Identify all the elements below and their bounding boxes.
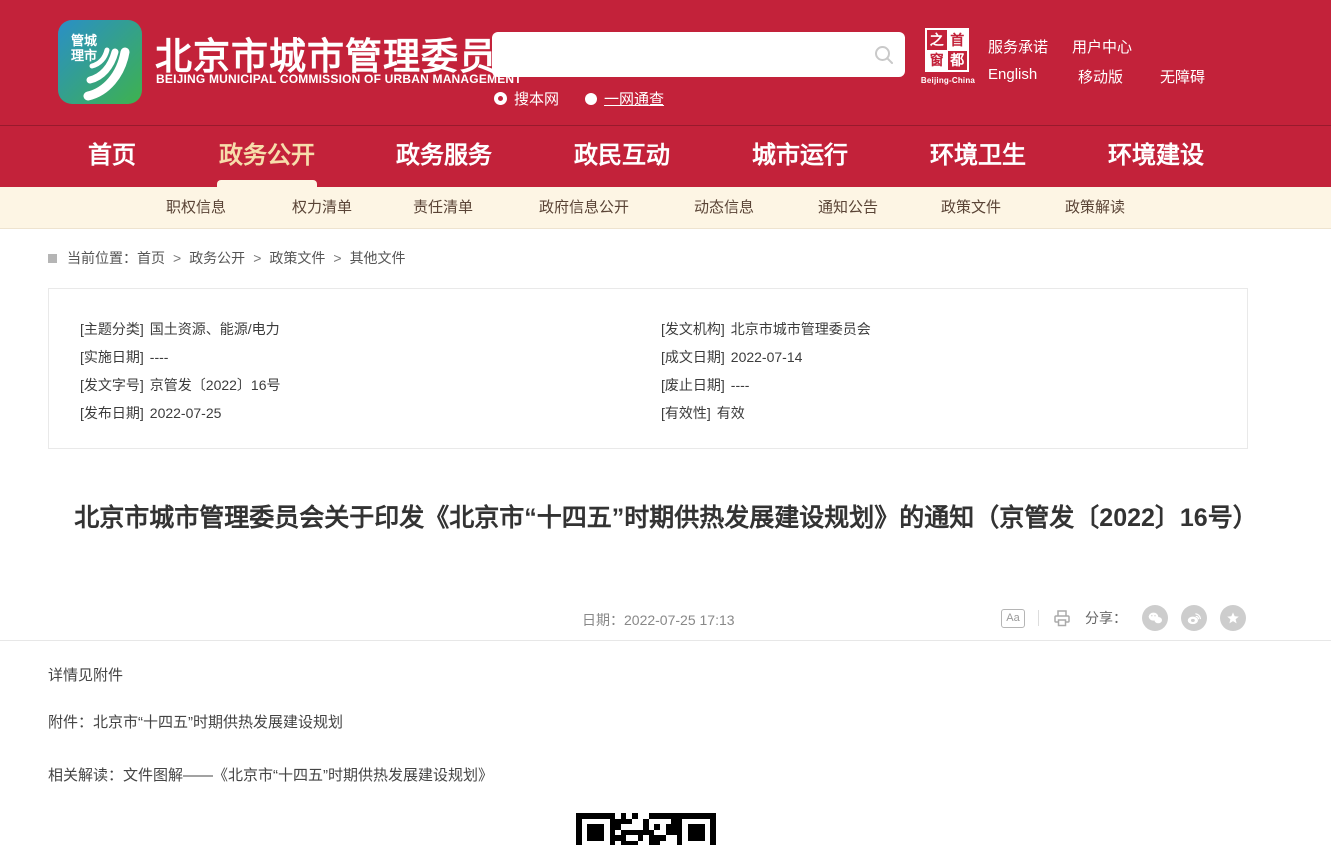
date-label: 日期： bbox=[582, 612, 624, 628]
subnav-item-duty-list[interactable]: 责任清单 bbox=[413, 187, 473, 229]
capital-window-char: 之 bbox=[927, 30, 947, 50]
breadcrumb-separator: > bbox=[253, 250, 261, 266]
breadcrumb-other-docs[interactable]: 其他文件 bbox=[350, 248, 406, 268]
sub-navigation: 职权信息 权力清单 责任清单 政府信息公开 动态信息 通知公告 政策文件 政策解… bbox=[0, 187, 1331, 229]
capital-window-caption: Beijing-China bbox=[913, 76, 983, 85]
font-size-button[interactable]: Aa bbox=[1001, 609, 1025, 628]
breadcrumb-square-icon bbox=[48, 254, 57, 263]
article-date: 日期：2022-07-25 17:13 bbox=[582, 610, 735, 630]
breadcrumb-separator: > bbox=[173, 250, 181, 266]
site-title-english: BEIJING MUNICIPAL COMMISSION OF URBAN MA… bbox=[156, 72, 522, 86]
subnav-item-gov-disclosure[interactable]: 政府信息公开 bbox=[539, 187, 629, 229]
weibo-icon bbox=[1185, 609, 1203, 627]
nav-item-environment[interactable]: 环境建设 bbox=[1108, 126, 1204, 188]
capital-window-char: 窗 bbox=[927, 51, 947, 71]
share-wechat-button[interactable] bbox=[1142, 605, 1168, 631]
nav-item-gov-service[interactable]: 政务服务 bbox=[396, 126, 492, 188]
search-icon bbox=[873, 44, 895, 66]
paragraph-see-attachment: 详情见附件 bbox=[48, 664, 123, 685]
agency-logo-icon: 管城 理市 bbox=[58, 20, 142, 104]
qr-code bbox=[576, 813, 716, 845]
meta-document-number: [发文字号]京管发〔2022〕16号 bbox=[80, 371, 281, 399]
nav-item-interaction[interactable]: 政民互动 bbox=[574, 126, 670, 188]
breadcrumb: 当前位置： 首页 > 政务公开 > 政策文件 > 其他文件 bbox=[48, 248, 406, 268]
printer-icon bbox=[1052, 608, 1072, 628]
document-metadata-box: [主题分类]国土资源、能源/电力 [实施日期]---- [发文字号]京管发〔20… bbox=[48, 288, 1248, 449]
subnav-item-notices[interactable]: 通知公告 bbox=[818, 187, 878, 229]
breadcrumb-separator: > bbox=[333, 250, 341, 266]
toolbar-divider bbox=[1038, 610, 1039, 626]
site-header: 管城 理市 北京市城市管理委员会 BEIJING MUNICIPAL COMMI… bbox=[0, 0, 1331, 125]
subnav-item-news[interactable]: 动态信息 bbox=[694, 187, 754, 229]
share-label: 分享： bbox=[1085, 608, 1127, 628]
print-button[interactable] bbox=[1052, 608, 1072, 628]
breadcrumb-gov-info[interactable]: 政务公开 bbox=[189, 248, 245, 268]
subnav-item-power-list[interactable]: 权力清单 bbox=[292, 187, 352, 229]
meta-topic-category: [主题分类]国土资源、能源/电力 bbox=[80, 315, 281, 343]
logo-badge-line2: 理市 bbox=[71, 48, 97, 63]
radio-selected-icon bbox=[494, 92, 507, 105]
scope-option-site[interactable]: 搜本网 bbox=[494, 88, 559, 109]
nav-item-home[interactable]: 首页 bbox=[88, 126, 136, 188]
meta-publish-date: [发布日期]2022-07-25 bbox=[80, 399, 281, 427]
link-service-promise[interactable]: 服务承诺 bbox=[988, 36, 1048, 57]
meta-implementation-date: [实施日期]---- bbox=[80, 343, 281, 371]
link-user-center[interactable]: 用户中心 bbox=[1072, 36, 1132, 57]
meta-validity: [有效性]有效 bbox=[661, 399, 871, 427]
scope-option-label: 一网通查 bbox=[604, 88, 664, 109]
search-button[interactable] bbox=[873, 44, 895, 66]
radio-unselected-icon bbox=[585, 93, 597, 105]
breadcrumb-label: 当前位置： bbox=[67, 248, 137, 268]
link-accessibility[interactable]: 无障碍 bbox=[1160, 66, 1205, 87]
main-navigation: 首页 政务公开 政务服务 政民互动 城市运行 环境卫生 环境建设 bbox=[0, 125, 1331, 187]
nav-item-gov-info[interactable]: 政务公开 bbox=[219, 126, 315, 188]
subnav-item-policy-reading[interactable]: 政策解读 bbox=[1065, 187, 1125, 229]
link-mobile-version[interactable]: 移动版 bbox=[1078, 66, 1123, 87]
search-box bbox=[492, 32, 905, 77]
nav-item-sanitation[interactable]: 环境卫生 bbox=[930, 126, 1026, 188]
active-nav-indicator bbox=[217, 180, 317, 187]
article-title: 北京市城市管理委员会关于印发《北京市“十四五”时期供热发展建设规划》的通知（京管… bbox=[66, 494, 1266, 543]
meta-issuing-agency: [发文机构]北京市城市管理委员会 bbox=[661, 315, 871, 343]
capital-window-char: 都 bbox=[948, 51, 968, 71]
date-value: 2022-07-25 17:13 bbox=[624, 612, 735, 628]
scope-option-label: 搜本网 bbox=[514, 88, 559, 109]
star-icon bbox=[1224, 609, 1242, 627]
search-scope-options: 搜本网 一网通查 bbox=[494, 88, 664, 109]
search-input[interactable] bbox=[506, 32, 866, 77]
link-english[interactable]: English bbox=[988, 66, 1037, 83]
wechat-icon bbox=[1146, 609, 1164, 627]
attachment-link[interactable]: 附件：北京市“十四五”时期供热发展建设规划 bbox=[48, 711, 343, 732]
subnav-item-authority-info[interactable]: 职权信息 bbox=[166, 187, 226, 229]
share-weibo-button[interactable] bbox=[1181, 605, 1207, 631]
scope-option-citywide[interactable]: 一网通查 bbox=[585, 88, 664, 109]
page: 管城 理市 北京市城市管理委员会 BEIJING MUNICIPAL COMMI… bbox=[0, 0, 1331, 845]
nav-item-city-ops[interactable]: 城市运行 bbox=[752, 126, 848, 188]
capital-window-char: 首 bbox=[948, 30, 968, 50]
article-toolbar-row: 日期：2022-07-25 17:13 Aa 分享： bbox=[48, 603, 1248, 635]
breadcrumb-policy[interactable]: 政策文件 bbox=[269, 248, 325, 268]
meta-written-date: [成文日期]2022-07-14 bbox=[661, 343, 871, 371]
capital-window-logo[interactable]: 之 首 窗 都 bbox=[925, 28, 969, 72]
logo-badge-line1: 管城 bbox=[71, 33, 97, 48]
agency-logo[interactable]: 管城 理市 bbox=[58, 20, 142, 104]
subnav-item-policy-files[interactable]: 政策文件 bbox=[941, 187, 1001, 229]
related-reading-link[interactable]: 相关解读：文件图解——《北京市“十四五”时期供热发展建设规划》 bbox=[48, 764, 493, 785]
share-favorite-button[interactable] bbox=[1220, 605, 1246, 631]
meta-repeal-date: [废止日期]---- bbox=[661, 371, 871, 399]
content-divider bbox=[0, 640, 1331, 641]
breadcrumb-home[interactable]: 首页 bbox=[137, 248, 165, 268]
